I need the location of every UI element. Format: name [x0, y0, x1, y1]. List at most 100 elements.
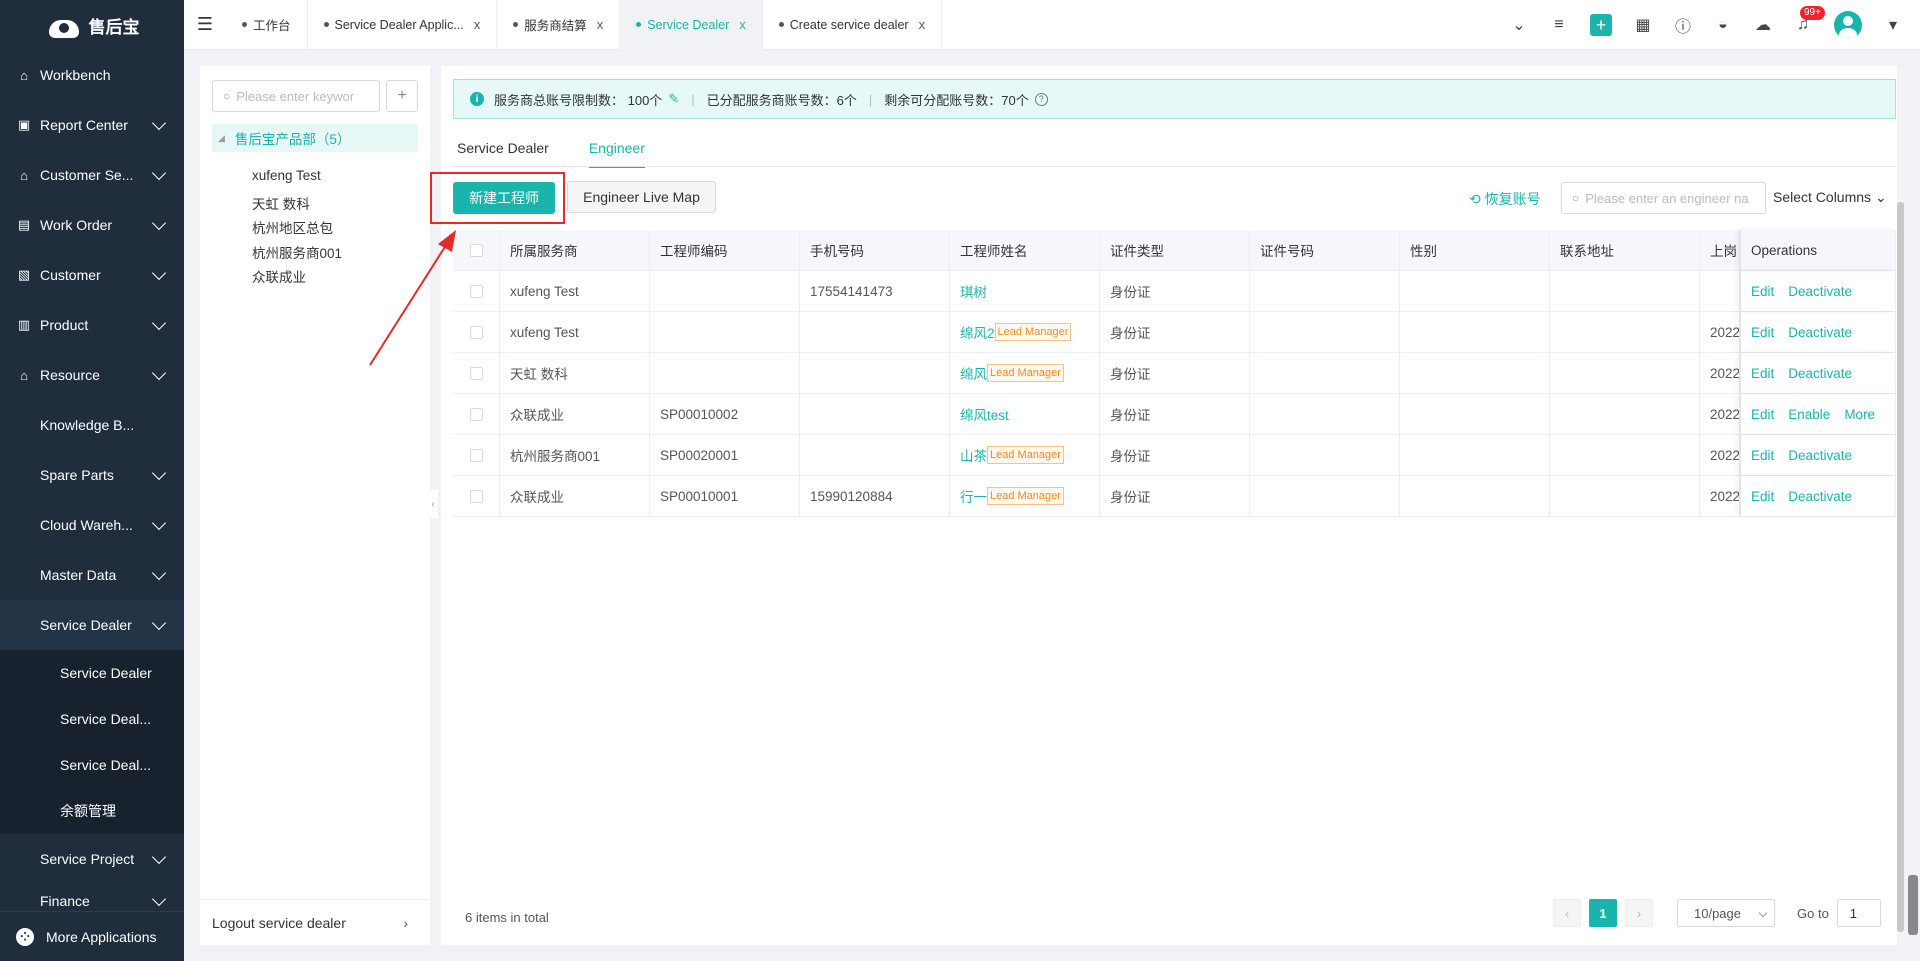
engineer-name-link[interactable]: 行一	[960, 486, 987, 506]
row-checkbox[interactable]	[469, 325, 483, 339]
tab-4[interactable]: Create service dealer x	[763, 0, 943, 50]
logo[interactable]: 售后宝	[0, 0, 184, 50]
row-checkbox[interactable]	[469, 407, 483, 421]
sidebar-item-product[interactable]: ▥ Product	[0, 300, 184, 350]
page-button[interactable]: 1	[1589, 899, 1617, 927]
sidebar-subitem-2[interactable]: Cloud Wareh...	[0, 500, 184, 550]
sidebar-item-work-order[interactable]: ▤ Work Order	[0, 200, 184, 250]
help-icon[interactable]: ⓘ	[1674, 13, 1692, 37]
tab-engineer[interactable]: Engineer	[588, 132, 645, 168]
tab-1[interactable]: Service Dealer Applic... x	[308, 0, 498, 50]
close-icon[interactable]: x	[919, 17, 926, 32]
row-checkbox[interactable]	[469, 448, 483, 462]
sidebar-item-service-project[interactable]: Service Project	[0, 834, 184, 884]
sidebar-dealer-subitem-3[interactable]: 余额管理	[0, 788, 184, 834]
edit-icon[interactable]: ✎	[668, 91, 679, 107]
avatar[interactable]	[1834, 11, 1862, 39]
op-enable-button[interactable]: Enable	[1788, 407, 1830, 422]
table-row[interactable]: 天虹 数科 绵风 Lead Manager 身份证 2022 Edit Deactivate	[453, 353, 1896, 394]
caret-down-icon[interactable]: ▾	[1884, 15, 1902, 35]
tree-add-button[interactable]: +	[386, 80, 418, 112]
table-row[interactable]: 众联成业 SP00010001 15990120884 行一 Lead Manager 身…	[453, 476, 1896, 517]
op-deactivate-button[interactable]: Deactivate	[1788, 366, 1852, 381]
op-deactivate-button[interactable]: Deactivate	[1788, 325, 1852, 340]
op-edit-button[interactable]: Edit	[1751, 407, 1774, 422]
more-applications-button[interactable]: ⁘ More Applications	[0, 911, 184, 961]
close-icon[interactable]: x	[739, 17, 746, 32]
logout-service-dealer-button[interactable]: Logout service dealer ›	[200, 899, 430, 945]
row-checkbox[interactable]	[469, 284, 483, 298]
op-edit-button[interactable]: Edit	[1751, 366, 1774, 381]
tab-service-dealer[interactable]: Service Dealer	[457, 132, 549, 168]
list-menu-icon[interactable]: ≡	[1550, 16, 1568, 34]
select-columns-button[interactable]: Select Columns ⌄	[1773, 189, 1887, 206]
restore-account-button[interactable]: ⟲ 恢复账号	[1469, 189, 1541, 209]
op-deactivate-button[interactable]: Deactivate	[1788, 489, 1852, 504]
collapse-handle-icon[interactable]: ‹	[428, 490, 438, 518]
sidebar-item-workbench[interactable]: ⌂ Workbench	[0, 50, 184, 100]
new-engineer-button[interactable]: 新建工程师	[453, 182, 555, 214]
close-icon[interactable]: x	[474, 17, 481, 32]
row-checkbox[interactable]	[469, 489, 483, 503]
engineer-name-link[interactable]: 琪树	[960, 281, 987, 301]
op-more-button[interactable]: More	[1844, 407, 1875, 422]
table-row[interactable]: 杭州服务商001 SP00020001 山茶 Lead Manager 身份证 2022 E…	[453, 435, 1896, 476]
close-icon[interactable]: x	[597, 17, 604, 32]
table-row[interactable]: xufeng Test 17554141473 琪树 身份证 Edit Deactivat…	[453, 271, 1896, 312]
engineer-live-map-button[interactable]: Engineer Live Map	[567, 181, 716, 213]
tab-2[interactable]: 服务商结算 x	[497, 0, 621, 50]
prev-page-button[interactable]: ‹	[1553, 899, 1581, 927]
op-edit-button[interactable]: Edit	[1751, 325, 1774, 340]
col-header: 上岗	[1700, 230, 1740, 270]
chevron-down-icon	[1758, 908, 1768, 918]
sidebar-dealer-subitem-1[interactable]: Service Deal...	[0, 696, 184, 742]
help-icon[interactable]: ?	[1034, 92, 1048, 106]
op-deactivate-button[interactable]: Deactivate	[1788, 284, 1852, 299]
sidebar-subitem-3[interactable]: Master Data	[0, 550, 184, 600]
table-row[interactable]: 众联成业 SP00010002 绵风test 身份证 2022 Edit Enable Mor…	[453, 394, 1896, 435]
engineer-name-link[interactable]: 山茶	[960, 445, 987, 465]
sidebar-item-resource[interactable]: ⌂ Resource	[0, 350, 184, 400]
tree-node[interactable]: 天虹 数科	[252, 193, 310, 213]
sidebar-item-customer[interactable]: ▧ Customer	[0, 250, 184, 300]
add-icon[interactable]: +	[1590, 14, 1612, 36]
page-size-select[interactable]: 10/page	[1677, 899, 1775, 927]
tree-node[interactable]: xufeng Test	[252, 168, 321, 183]
goto-page-input[interactable]: 1	[1836, 899, 1881, 927]
calendar-icon[interactable]: ▦	[1634, 15, 1652, 35]
page-scroll-handle[interactable]	[1908, 875, 1918, 935]
op-edit-button[interactable]: Edit	[1751, 448, 1774, 463]
select-all-checkbox[interactable]	[469, 243, 483, 257]
vertical-scrollbar[interactable]	[1897, 66, 1904, 945]
tab-0[interactable]: 工作台	[226, 0, 308, 50]
sidebar-dealer-subitem-0[interactable]: Service Dealer	[0, 650, 184, 696]
tab-3[interactable]: Service Dealer x	[620, 0, 763, 50]
sidebar-dealer-subitem-2[interactable]: Service Deal...	[0, 742, 184, 788]
next-page-button[interactable]: ›	[1625, 899, 1653, 927]
menu-toggle-icon[interactable]: ☰	[184, 0, 226, 50]
engineer-name-link[interactable]: 绵风2	[960, 322, 995, 342]
tree-node[interactable]: 众联成业	[252, 266, 306, 286]
chevron-down-icon[interactable]: ⌄	[1510, 15, 1528, 35]
engineer-name-link[interactable]: 绵风	[960, 363, 987, 383]
cell-gender	[1400, 394, 1550, 434]
tree-search-input[interactable]: ○ Please enter keywor	[212, 80, 380, 112]
skin-icon[interactable]: ◒	[1714, 16, 1732, 34]
tree-node[interactable]: 杭州服务商001	[252, 242, 342, 262]
sidebar-item-report-center[interactable]: ▣ Report Center	[0, 100, 184, 150]
op-edit-button[interactable]: Edit	[1751, 489, 1774, 504]
table-row[interactable]: xufeng Test 绵风2 Lead Manager 身份证 2022 Edit Dea…	[453, 312, 1896, 353]
cloud-upload-icon[interactable]: ☁	[1754, 15, 1772, 35]
sidebar-subitem-4[interactable]: Service Dealer	[0, 600, 184, 650]
bell-icon[interactable]: ♫ 99+	[1794, 6, 1825, 34]
sidebar-subitem-1[interactable]: Spare Parts	[0, 450, 184, 500]
tree-root-node[interactable]: ◢ 售后宝产品部（5）	[212, 124, 418, 152]
engineer-name-link[interactable]: 绵风test	[960, 404, 1009, 424]
op-deactivate-button[interactable]: Deactivate	[1788, 448, 1852, 463]
engineer-search-input[interactable]: ○ Please enter an engineer na	[1561, 182, 1766, 214]
sidebar-item-customer-se[interactable]: ⌂ Customer Se...	[0, 150, 184, 200]
row-checkbox[interactable]	[469, 366, 483, 380]
op-edit-button[interactable]: Edit	[1751, 284, 1774, 299]
tree-node[interactable]: 杭州地区总包	[252, 217, 333, 237]
sidebar-subitem-0[interactable]: Knowledge B...	[0, 400, 184, 450]
